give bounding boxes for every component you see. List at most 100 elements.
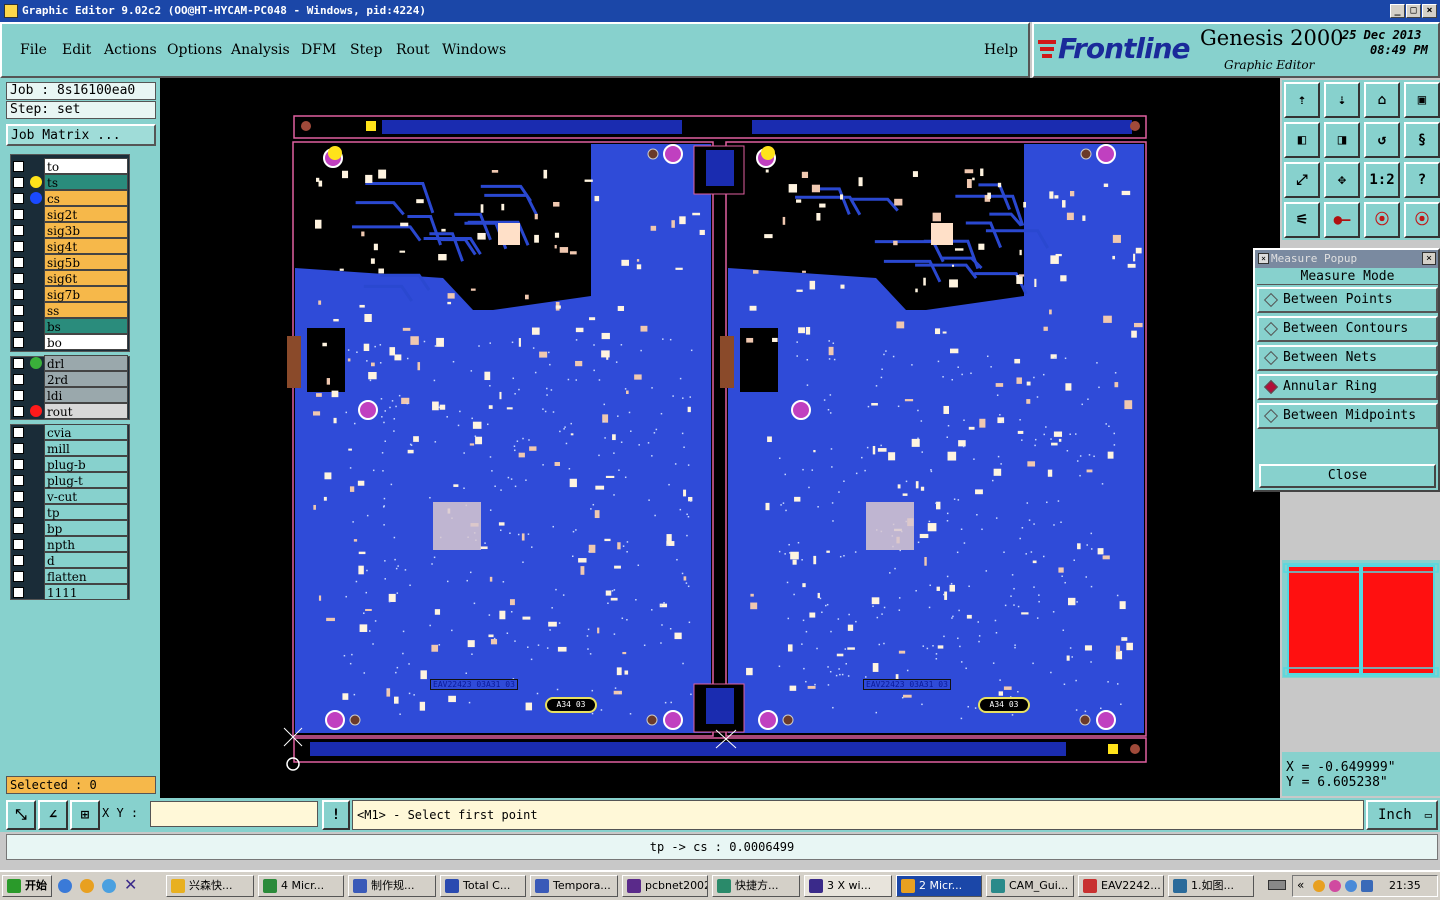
undo-icon[interactable]: ↺ (1364, 122, 1400, 158)
layer-name[interactable]: rout (44, 403, 128, 419)
layer-checkbox[interactable] (13, 161, 24, 172)
menu-rout[interactable]: Rout (396, 42, 430, 58)
ratio-icon[interactable]: 1:2 (1364, 162, 1400, 198)
measure-annular-ring[interactable]: Annular Ring (1257, 374, 1438, 400)
layer-checkbox[interactable] (13, 193, 24, 204)
layer-name[interactable]: bp (44, 520, 128, 536)
layer-name[interactable]: flatten (44, 568, 128, 584)
tray-app-icon[interactable] (1345, 880, 1357, 892)
layer-row-ldi[interactable]: ldi (10, 387, 128, 403)
task-item[interactable]: CAM_Gui... (986, 875, 1074, 897)
home-up-icon[interactable]: ⇡ (1284, 82, 1320, 118)
layer-row-plug-b[interactable]: plug-b (10, 456, 128, 472)
minimize-button[interactable]: _ (1390, 4, 1405, 18)
measure-close-button[interactable]: Close (1259, 464, 1436, 488)
layer-checkbox[interactable] (13, 443, 24, 454)
menu-windows[interactable]: Windows (442, 42, 506, 58)
task-item[interactable]: Tempora... (530, 875, 618, 897)
layer-row-npth[interactable]: npth (10, 536, 128, 552)
zoom-window-icon[interactable]: ▣ (1404, 82, 1440, 118)
quicklaunch-icon[interactable] (80, 879, 94, 893)
layer-name[interactable]: cs (44, 190, 128, 206)
popup-close-x-icon[interactable]: × (1422, 252, 1436, 265)
help-icon[interactable]: ? (1404, 162, 1440, 198)
layer-row-drl[interactable]: drl (10, 355, 128, 371)
layer-checkbox[interactable] (13, 321, 24, 332)
layer-checkbox[interactable] (13, 459, 24, 470)
task-item[interactable]: 2 Micr... (896, 875, 982, 897)
layer-compare-icon[interactable]: ⦿ (1404, 202, 1440, 238)
pcb-view[interactable] (160, 78, 1280, 798)
layer-name[interactable]: plug-b (44, 456, 128, 472)
task-item-active[interactable]: 3 X wi... (804, 875, 892, 897)
layer-name[interactable]: bo (44, 334, 128, 350)
tray-app-icon[interactable] (1313, 880, 1325, 892)
keyboard-icon[interactable] (1268, 880, 1286, 890)
measure-between-points[interactable]: Between Points (1257, 287, 1438, 313)
layer-checkbox[interactable] (13, 475, 24, 486)
layer-name[interactable]: sig7b (44, 286, 128, 302)
layer-row-to[interactable]: to (10, 158, 128, 174)
layer-name[interactable]: d (44, 552, 128, 568)
redo-icon[interactable]: § (1404, 122, 1440, 158)
layer-row-v-cut[interactable]: v-cut (10, 488, 128, 504)
browser-icon[interactable] (102, 879, 116, 893)
grid-tool-icon[interactable]: ⊞ (70, 800, 100, 830)
layer-name[interactable]: sig5b (44, 254, 128, 270)
layer-name[interactable]: 2rd (44, 371, 128, 387)
maximize-button[interactable]: □ (1406, 4, 1421, 18)
layer-checkbox[interactable] (13, 337, 24, 348)
layer-row-1111[interactable]: 1111 (10, 584, 128, 600)
task-item[interactable]: Total C... (440, 875, 526, 897)
layer-checkbox[interactable] (13, 305, 24, 316)
layer-name[interactable]: cvia (44, 424, 128, 440)
menu-file[interactable]: File (20, 42, 47, 58)
layer-name[interactable]: v-cut (44, 488, 128, 504)
layer-checkbox[interactable] (13, 241, 24, 252)
menu-edit[interactable]: Edit (62, 42, 91, 58)
layer-row-cvia[interactable]: cvia (10, 424, 128, 440)
layer-row-ts[interactable]: ts (10, 174, 128, 190)
tray-app-icon[interactable] (1361, 880, 1373, 892)
layer-checkbox[interactable] (13, 257, 24, 268)
layer-row-sig6t[interactable]: sig6t (10, 270, 128, 286)
layer-name[interactable]: to (44, 158, 128, 174)
task-item[interactable]: 1.如图... (1168, 875, 1254, 897)
layer-row-d[interactable]: d (10, 552, 128, 568)
layer-name[interactable]: 1111 (44, 584, 128, 600)
layer-checkbox[interactable] (13, 374, 24, 385)
layer-checkbox[interactable] (13, 539, 24, 550)
layer-row-bo[interactable]: bo (10, 334, 128, 350)
layer-name[interactable]: ldi (44, 387, 128, 403)
layer-name[interactable]: plug-t (44, 472, 128, 488)
layer-checkbox[interactable] (13, 406, 24, 417)
layer-checkbox[interactable] (13, 555, 24, 566)
measure-popup-titlebar[interactable]: × Measure Popup × (1255, 250, 1438, 268)
layer-name[interactable]: sig4t (44, 238, 128, 254)
layer-checkbox[interactable] (13, 209, 24, 220)
task-item[interactable]: pcbnet2002 (622, 875, 708, 897)
layer-checkbox[interactable] (13, 571, 24, 582)
layer-checkbox[interactable] (13, 587, 24, 598)
layer-name[interactable]: bs (44, 318, 128, 334)
layer-name[interactable]: drl (44, 355, 128, 371)
layer-row-sig5b[interactable]: sig5b (10, 254, 128, 270)
snap-icon[interactable]: ●— (1324, 202, 1360, 238)
window-titlebar[interactable]: Graphic Editor 9.02c2 (OO@HT-HYCAM-PC048… (0, 0, 1440, 22)
units-select[interactable]: Inch ▭ (1366, 800, 1438, 830)
angle-tool-icon[interactable]: ∠ (38, 800, 68, 830)
center-icon[interactable]: ✥ (1324, 162, 1360, 198)
layer-name[interactable]: mill (44, 440, 128, 456)
graphic-canvas[interactable]: EAV22423 03A31 03 EAV22423 03A31 03 A34 … (160, 78, 1280, 798)
measure-between-midpoints[interactable]: Between Midpoints (1257, 403, 1438, 429)
layer-name[interactable]: ss (44, 302, 128, 318)
layer-row-2rd[interactable]: 2rd (10, 371, 128, 387)
task-item[interactable]: 兴森快... (166, 875, 254, 897)
layer-row-mill[interactable]: mill (10, 440, 128, 456)
zoom-home-icon[interactable]: ⌂ (1364, 82, 1400, 118)
menu-analysis[interactable]: Analysis (231, 42, 290, 58)
layer-name[interactable]: sig2t (44, 206, 128, 222)
layer-row-cs[interactable]: cs (10, 190, 128, 206)
menu-actions[interactable]: Actions (104, 42, 157, 58)
layer-checkbox[interactable] (13, 358, 24, 369)
